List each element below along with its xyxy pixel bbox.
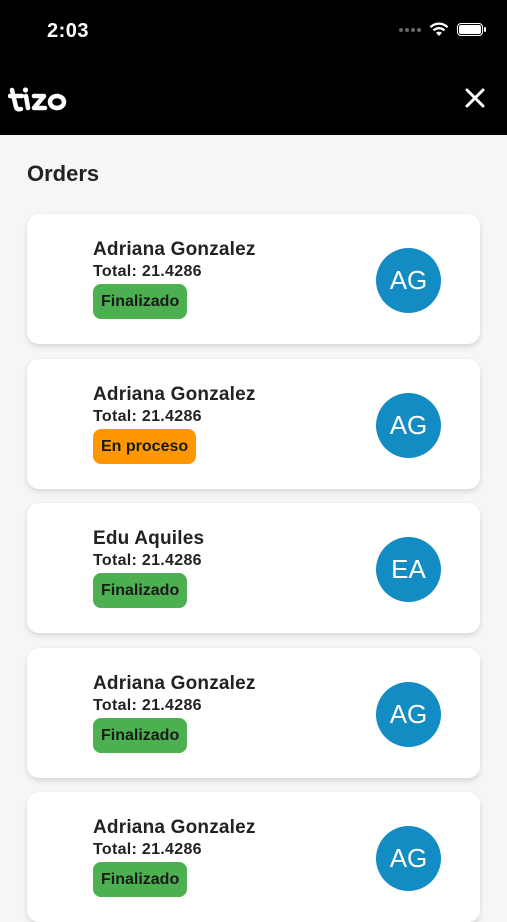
close-button[interactable] <box>461 84 489 112</box>
order-card[interactable]: Adriana Gonzalez Total: 21.4286 Finalizado… <box>27 648 480 778</box>
customer-name: Adriana Gonzalez <box>93 817 256 838</box>
avatar: AG <box>376 682 441 747</box>
signal-icon <box>399 27 421 32</box>
order-total: Total: 21.4286 <box>93 408 202 425</box>
wifi-icon <box>429 22 449 36</box>
order-card[interactable]: Adriana Gonzalez Total: 21.4286 Finalizado… <box>27 214 480 344</box>
header <box>0 66 507 135</box>
order-total: Total: 21.4286 <box>93 552 202 569</box>
order-card[interactable]: Adriana Gonzalez Total: 21.4286 En proceso… <box>27 359 480 489</box>
order-total: Total: 21.4286 <box>93 841 202 858</box>
avatar: AG <box>376 393 441 458</box>
customer-name: Adriana Gonzalez <box>93 384 256 405</box>
page-title: Orders <box>27 161 100 186</box>
close-icon <box>465 88 485 108</box>
order-total: Total: 21.4286 <box>93 697 202 714</box>
order-total: Total: 21.4286 <box>93 263 202 280</box>
customer-name: Edu Aquiles <box>93 528 205 549</box>
tizo-logo <box>7 84 70 119</box>
status-badge: Finalizado <box>93 718 188 753</box>
status-badge: Finalizado <box>93 862 188 897</box>
avatar: AG <box>376 826 441 891</box>
status-bar: 2:03 <box>0 0 507 66</box>
customer-name: Adriana Gonzalez <box>93 673 256 694</box>
status-time: 2:03 <box>47 20 90 42</box>
status-icons <box>399 22 486 37</box>
avatar: AG <box>376 248 441 313</box>
battery-icon <box>457 23 486 36</box>
status-badge: En proceso <box>93 429 197 464</box>
customer-name: Adriana Gonzalez <box>93 239 256 260</box>
avatar: EA <box>376 537 441 602</box>
status-badge: Finalizado <box>93 573 188 608</box>
order-card[interactable]: Edu Aquiles Total: 21.4286 Finalizado EA <box>27 503 480 633</box>
status-badge: Finalizado <box>93 284 188 319</box>
order-card[interactable]: Adriana Gonzalez Total: 21.4286 Finalizado… <box>27 792 480 922</box>
